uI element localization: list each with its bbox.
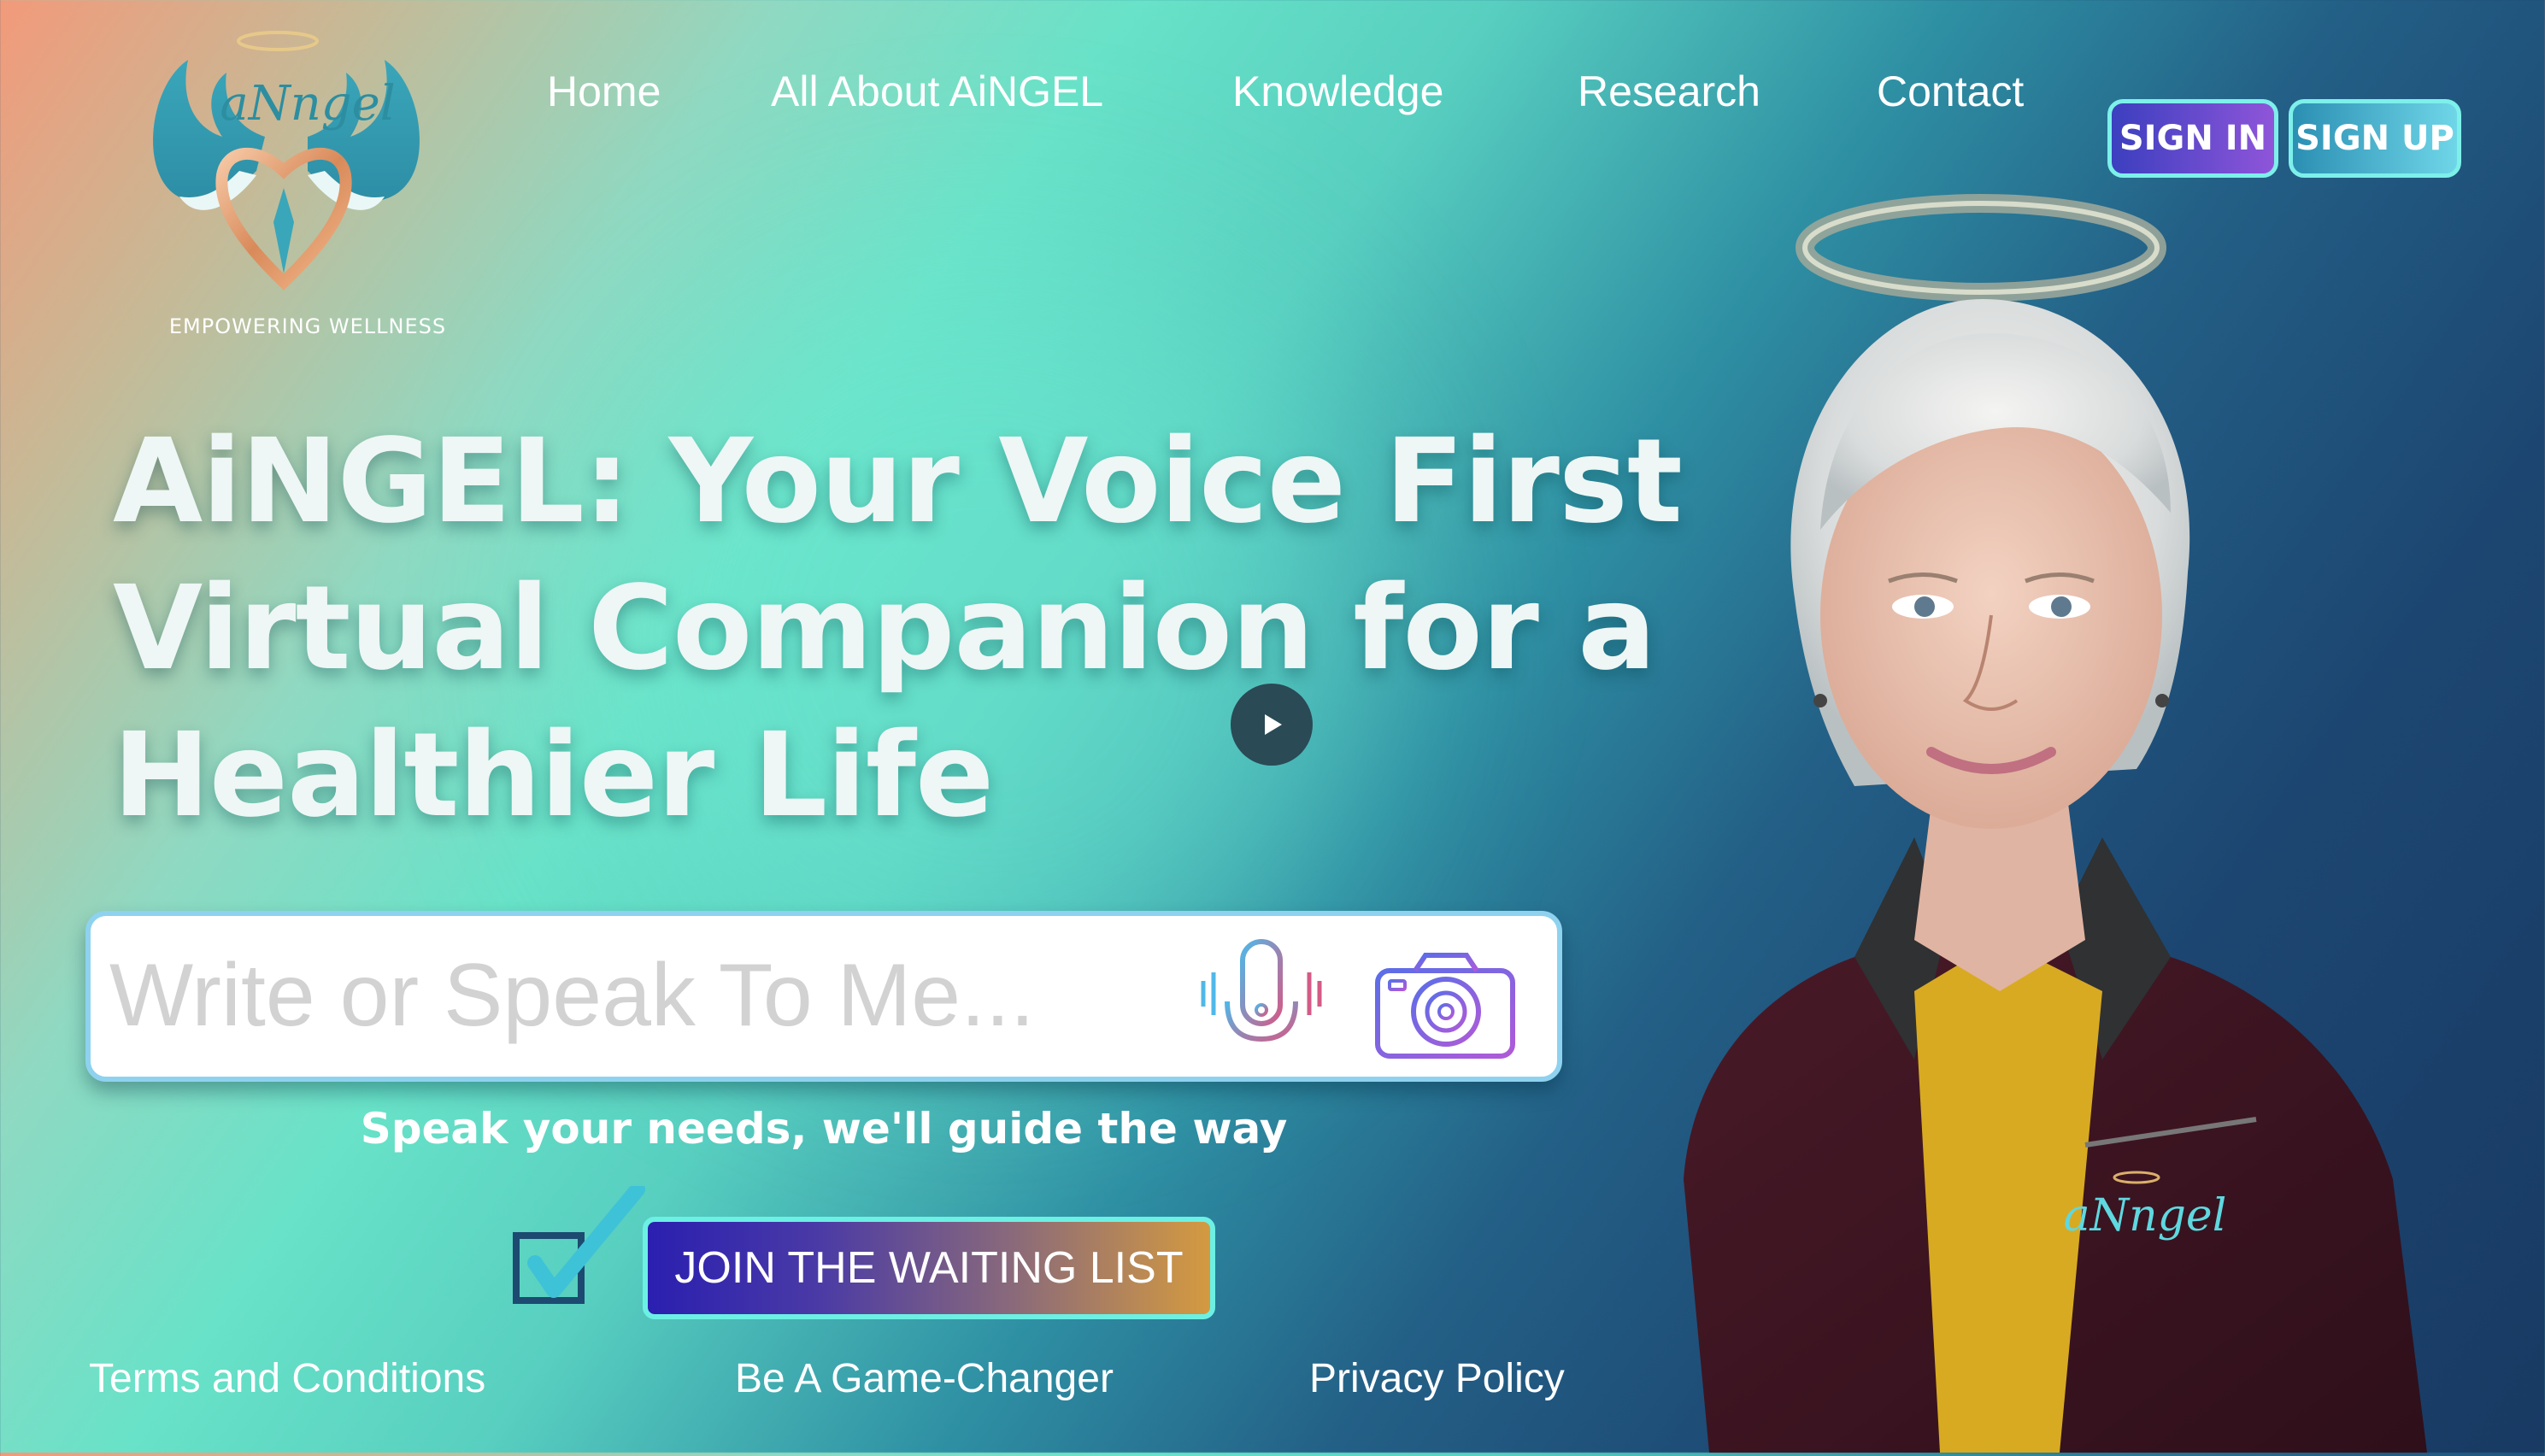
join-waiting-list-button[interactable]: JOIN THE WAITING LIST [643,1217,1215,1319]
headline-line-2: Virtual Companion for a [113,561,1656,696]
jacket-logo: aNngel [2064,1190,2227,1242]
nav-home[interactable]: Home [547,67,661,116]
hero-subtitle: Speak your needs, we'll guide the way [360,1104,1288,1154]
angel-wings-heart-icon: aNngel [153,31,420,291]
brand-tagline: EMPOWERING WELLNESS [168,314,447,338]
privacy-policy-link[interactable]: Privacy Policy [1309,1355,1565,1402]
be-a-game-changer-link[interactable]: Be A Game-Changer [735,1355,1114,1402]
sign-up-button[interactable]: SIGN UP [2289,99,2461,178]
headline-line-1: AiNGEL: Your Voice First [113,414,1683,549]
nav-knowledge[interactable]: Knowledge [1232,67,1443,116]
brand-logo[interactable]: aNngel EMPOWERING WELLNESS [137,26,479,350]
nav-research[interactable]: Research [1578,67,1760,116]
checkbox-check-icon [509,1182,655,1314]
camera-icon[interactable] [1372,950,1518,1061]
play-video-button[interactable] [1231,684,1313,766]
microphone-icon[interactable] [1193,933,1330,1070]
headline-line-3: Healthier Life [113,708,994,843]
voice-text-input-bar [85,911,1562,1082]
terms-and-conditions-link[interactable]: Terms and Conditions [89,1355,485,1402]
nav-contact[interactable]: Contact [1877,67,2024,116]
svg-text:aNngel: aNngel [220,76,395,132]
play-icon [1265,714,1282,735]
elderly-woman-portrait: aNngel [1658,171,2530,1453]
sign-in-button[interactable]: SIGN IN [2107,99,2278,178]
write-or-speak-input[interactable] [108,935,1171,1056]
hero-headline: AiNGEL: Your Voice First Virtual Compani… [113,408,1737,849]
nav-all-about-aingel[interactable]: All About AiNGEL [771,67,1103,116]
